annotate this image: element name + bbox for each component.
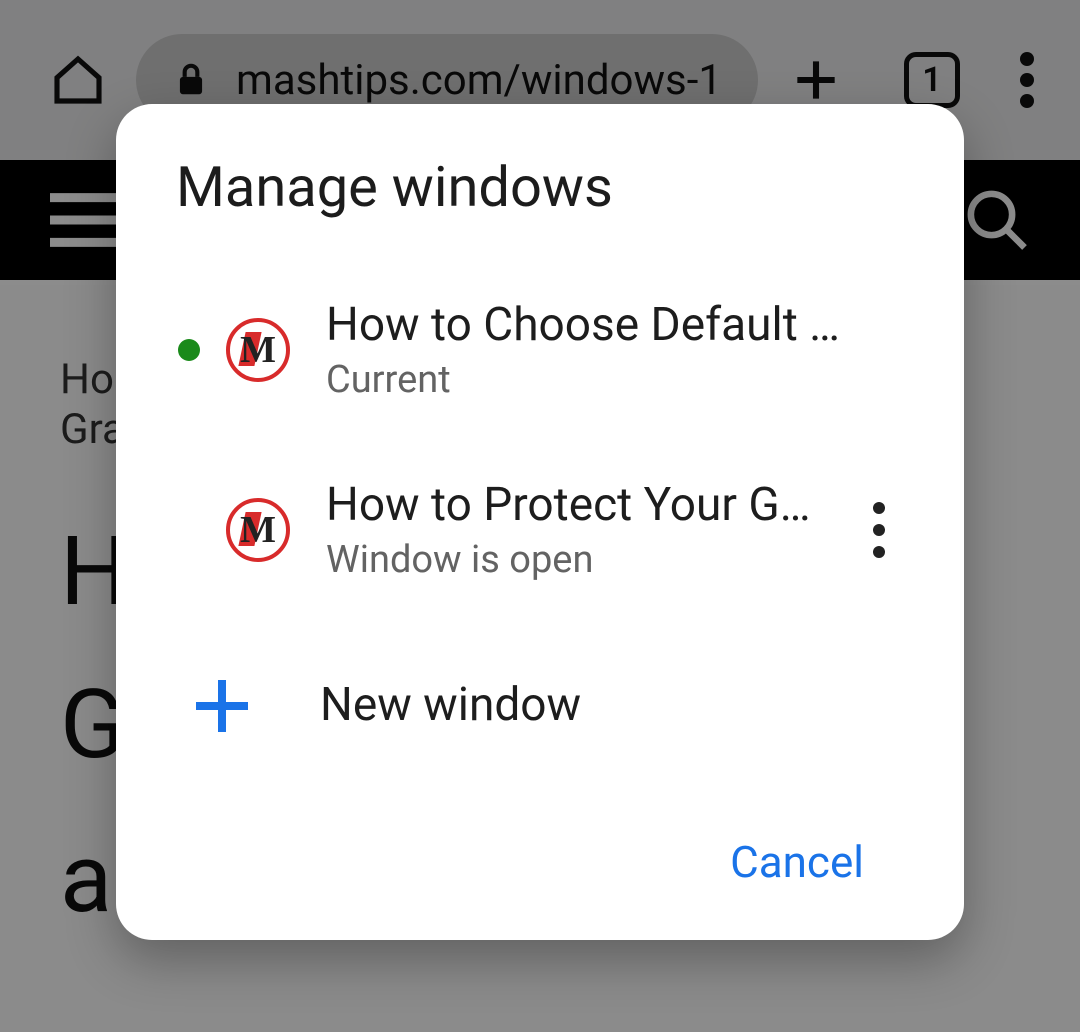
- window-item-title: How to Choose Default …: [326, 298, 904, 352]
- dialog-title: Manage windows: [176, 154, 904, 220]
- favicon-icon: M: [226, 498, 290, 562]
- window-item-status: Window is open: [326, 538, 830, 582]
- current-indicator: [176, 339, 202, 361]
- green-dot-icon: [178, 339, 200, 361]
- window-item[interactable]: M How to Protect Your Go… Window is open: [176, 440, 904, 620]
- plus-icon: [196, 680, 246, 730]
- window-list: M How to Choose Default … Current M How …: [176, 260, 904, 780]
- window-item-current[interactable]: M How to Choose Default … Current: [176, 260, 904, 440]
- manage-windows-dialog: Manage windows M How to Choose Default ……: [116, 104, 964, 940]
- window-item-status: Current: [326, 358, 904, 402]
- dialog-actions: Cancel: [176, 820, 904, 904]
- favicon-icon: M: [226, 318, 290, 382]
- window-item-menu-icon[interactable]: [854, 502, 904, 558]
- window-item-title: How to Protect Your Go…: [326, 478, 830, 532]
- new-window-button[interactable]: New window: [176, 630, 904, 780]
- new-window-label: New window: [320, 678, 581, 732]
- cancel-button[interactable]: Cancel: [710, 820, 884, 904]
